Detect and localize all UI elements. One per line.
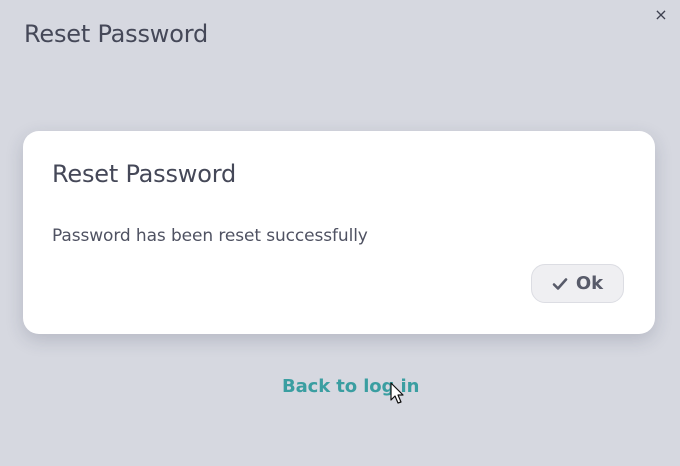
ok-button[interactable]: Ok [531, 264, 624, 303]
back-to-login-link[interactable]: Back to log in [282, 376, 419, 397]
ok-button-label: Ok [575, 273, 604, 294]
check-icon [552, 277, 568, 290]
dialog-title: Reset Password [52, 160, 236, 188]
close-icon[interactable]: × [652, 6, 670, 24]
dialog-message: Password has been reset successfully [52, 226, 368, 246]
success-dialog: Reset Password Password has been reset s… [23, 131, 655, 334]
page-title: Reset Password [24, 20, 208, 48]
